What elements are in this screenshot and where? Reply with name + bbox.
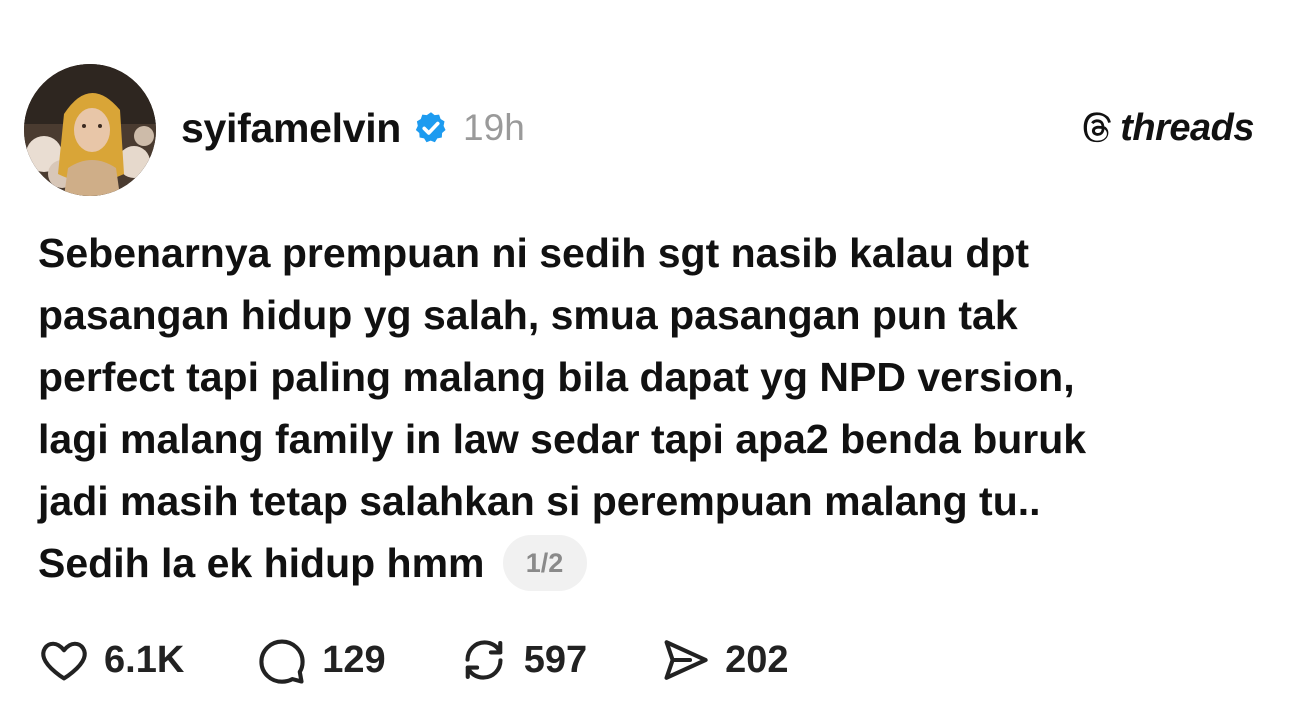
threads-post: syifamelvin 19h threads Sebenarnya premp… [0, 0, 1290, 711]
repost-icon [465, 640, 503, 680]
repost-count: 597 [523, 638, 588, 681]
threads-branding: threads [1080, 104, 1254, 152]
page-indicator-badge: 1/2 [502, 535, 587, 591]
reply-count: 129 [322, 638, 386, 681]
like-button[interactable]: 6.1K [38, 634, 184, 686]
post-body: Sebenarnya prempuan ni sedih sgt nasib k… [38, 222, 1238, 594]
threads-wordmark: threads [1120, 106, 1254, 149]
avatar[interactable] [24, 64, 156, 196]
heart-icon [41, 641, 87, 681]
post-text-line: perfect tapi paling malang bila dapat yg… [38, 354, 1075, 400]
post-last-line: Sedih la ek hidup hmm 1/2 [38, 532, 1238, 594]
post-text-line: jadi masih tetap salahkan si perempuan m… [38, 478, 1041, 524]
post-text-line: Sebenarnya prempuan ni sedih sgt nasib k… [38, 230, 1030, 276]
speech-bubble-icon [259, 639, 305, 684]
post-text-line: lagi malang family in law sedar tapi apa… [38, 416, 1087, 462]
share-button[interactable]: 202 [659, 634, 789, 686]
verified-badge-icon [413, 110, 449, 146]
reply-button[interactable]: 129 [256, 634, 386, 686]
post-header: syifamelvin 19h [181, 100, 525, 156]
send-icon [664, 640, 708, 680]
post-text-line: Sedih la ek hidup hmm [38, 540, 485, 586]
repost-button[interactable]: 597 [458, 634, 587, 686]
threads-logo-icon [1080, 111, 1114, 145]
post-text-line: pasangan hidup yg salah, smua pasangan p… [38, 292, 1018, 338]
post-timestamp: 19h [463, 107, 525, 148]
username[interactable]: syifamelvin [181, 105, 401, 152]
like-count: 6.1K [104, 638, 185, 681]
share-count: 202 [725, 638, 789, 681]
avatar-image [24, 64, 156, 196]
post-actions: 6.1K 129 597 202 [38, 632, 861, 688]
